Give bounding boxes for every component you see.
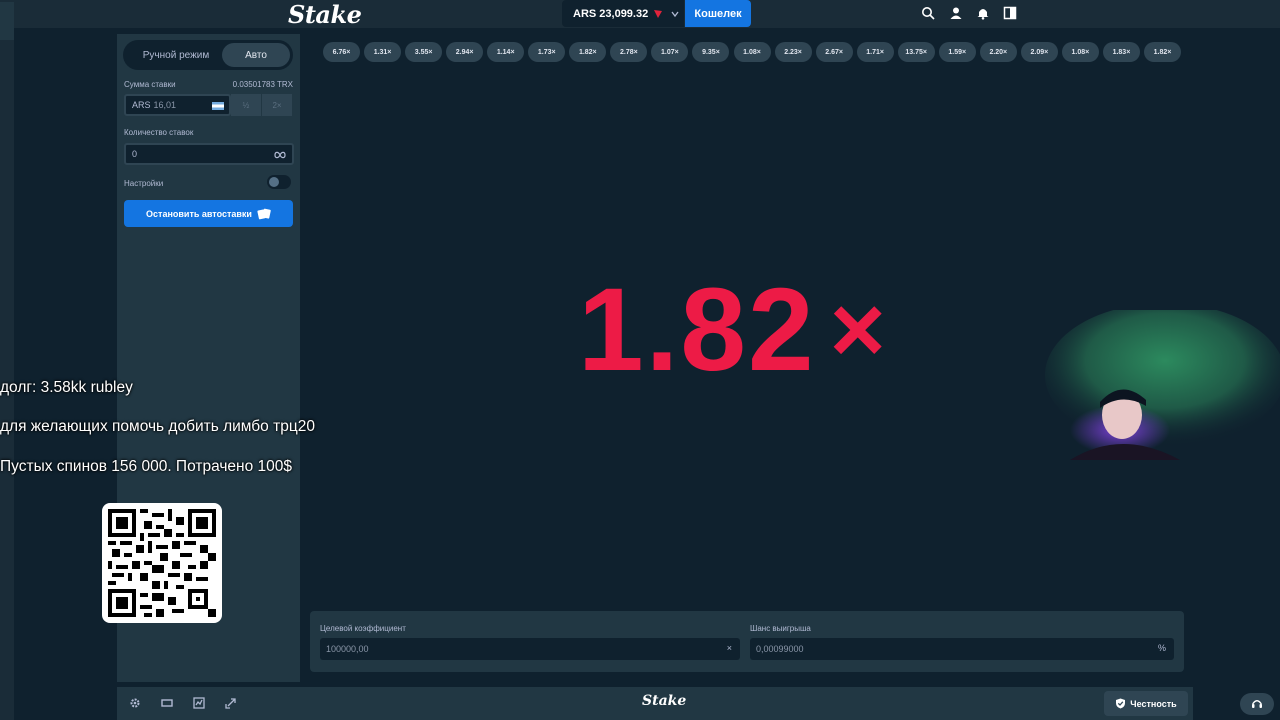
history-pill[interactable]: 6.76× — [323, 42, 360, 62]
infinity-icon — [274, 151, 286, 159]
chevron-down-icon — [671, 11, 679, 17]
result-suffix: × — [829, 276, 888, 383]
footer-stake-logo: Stake — [642, 693, 687, 709]
settings-icon[interactable] — [129, 697, 141, 709]
qr-code-image — [108, 509, 216, 617]
bet-count-label: Количество ставок — [124, 128, 194, 137]
menu-toggle-button[interactable] — [0, 2, 14, 40]
search-icon[interactable] — [921, 6, 935, 20]
double-bet-button[interactable]: 2× — [262, 94, 292, 116]
history-pill[interactable]: 2.23× — [774, 42, 812, 62]
webcam-overlay — [1045, 310, 1280, 460]
history-pill[interactable]: 1.82× — [569, 42, 607, 62]
bell-icon[interactable] — [976, 6, 990, 20]
cards-icon — [257, 208, 271, 219]
overlay-spins-text: Пустых спинов 156 000. Потрачено 100$ — [0, 458, 293, 475]
left-rail — [0, 0, 14, 720]
bet-currency: ARS — [132, 100, 151, 110]
win-chance-value: 0,00099000 — [756, 644, 804, 654]
history-pill[interactable]: 13.75× — [897, 42, 935, 62]
wallet-button[interactable]: Кошелек — [685, 0, 751, 27]
stop-autobet-label: Остановить автоставки — [146, 208, 252, 219]
ars-flag-icon — [212, 102, 224, 110]
target-suffix: × — [726, 643, 732, 653]
trx-coin-icon — [654, 9, 663, 18]
overlay-help-text: для желающих помочь добить лимбо трц20 — [0, 418, 315, 435]
history-pill[interactable]: 1.07× — [651, 42, 689, 62]
history-pill[interactable]: 9.35× — [692, 42, 730, 62]
bet-count-value: 0 — [132, 149, 138, 159]
history-pill[interactable]: 2.78× — [610, 42, 648, 62]
bet-amount-value: 16,01 — [153, 100, 177, 110]
target-multiplier-input[interactable]: 100000,00 × — [320, 638, 740, 660]
bet-amount-input[interactable]: ARS 16,01 — [124, 94, 231, 116]
history-pill[interactable]: 1.82× — [1144, 42, 1181, 62]
stop-autobet-button[interactable]: Остановить автоставки — [124, 200, 293, 227]
stake-logo[interactable]: Stake — [288, 0, 362, 29]
toggle-knob — [269, 177, 279, 187]
win-chance-label: Шанс выигрыша — [750, 624, 811, 633]
history-pill[interactable]: 1.73× — [528, 42, 566, 62]
tab-auto[interactable]: Авто — [222, 43, 290, 67]
qr-code — [102, 503, 222, 623]
mode-toggle: Ручной режим Авто — [123, 40, 293, 70]
stats-icon[interactable] — [193, 697, 205, 709]
result-value: 1.82 — [578, 264, 816, 396]
user-icon[interactable] — [949, 6, 963, 20]
bet-amount-crypto: 0.03501783 TRX — [232, 80, 293, 89]
sidebar-toggle-icon[interactable] — [1003, 6, 1017, 20]
half-bet-button[interactable]: ½ — [231, 94, 261, 116]
target-multiplier-label: Целевой коэффициент — [320, 624, 406, 633]
balance-selector[interactable]: ARS 23,099.32 — [562, 0, 684, 27]
overlay-debt-text: долг: 3.58kk rubley — [0, 379, 133, 396]
win-chance-input[interactable]: 0,00099000 % — [750, 638, 1174, 660]
support-button[interactable] — [1240, 693, 1274, 715]
history-pill[interactable]: 1.71× — [856, 42, 894, 62]
history-pill[interactable]: 1.08× — [733, 42, 771, 62]
history-pill[interactable]: 2.94× — [446, 42, 484, 62]
settings-label: Настройки — [124, 179, 164, 188]
history-pill[interactable]: 1.31× — [364, 42, 402, 62]
history-pill[interactable]: 3.55× — [405, 42, 443, 62]
balance-amount: ARS 23,099.32 — [573, 7, 649, 20]
tab-manual[interactable]: Ручной режим — [126, 43, 226, 67]
game-controls: Целевой коэффициент 100000,00 × Шанс выи… — [310, 611, 1184, 672]
headset-icon — [1252, 700, 1262, 708]
history-pill[interactable]: 2.09× — [1020, 42, 1058, 62]
chance-suffix: % — [1157, 643, 1166, 653]
history-pill[interactable]: 1.83× — [1102, 42, 1140, 62]
settings-toggle[interactable] — [267, 175, 291, 189]
result-history: 6.76× 1.31× 3.55× 2.94× 1.14× 1.73× 1.82× 2.78×… — [323, 42, 1193, 62]
result-multiplier: 1.82 × — [578, 265, 918, 395]
bet-amount-label: Сумма ставки — [124, 80, 176, 89]
history-pill[interactable]: 2.20× — [979, 42, 1017, 62]
history-pill[interactable]: 1.14× — [487, 42, 525, 62]
theatre-mode-icon[interactable] — [161, 697, 173, 709]
popout-icon[interactable] — [225, 697, 237, 709]
fairness-button[interactable]: Честность — [1104, 691, 1188, 716]
bet-count-input[interactable]: 0 — [124, 143, 294, 165]
history-pill[interactable]: 1.59× — [938, 42, 976, 62]
target-multiplier-value: 100000,00 — [326, 644, 369, 654]
history-pill[interactable]: 1.08× — [1061, 42, 1099, 62]
fairness-label: Честность — [1130, 698, 1177, 709]
shield-check-icon — [1116, 698, 1126, 709]
history-pill[interactable]: 2.67× — [815, 42, 853, 62]
